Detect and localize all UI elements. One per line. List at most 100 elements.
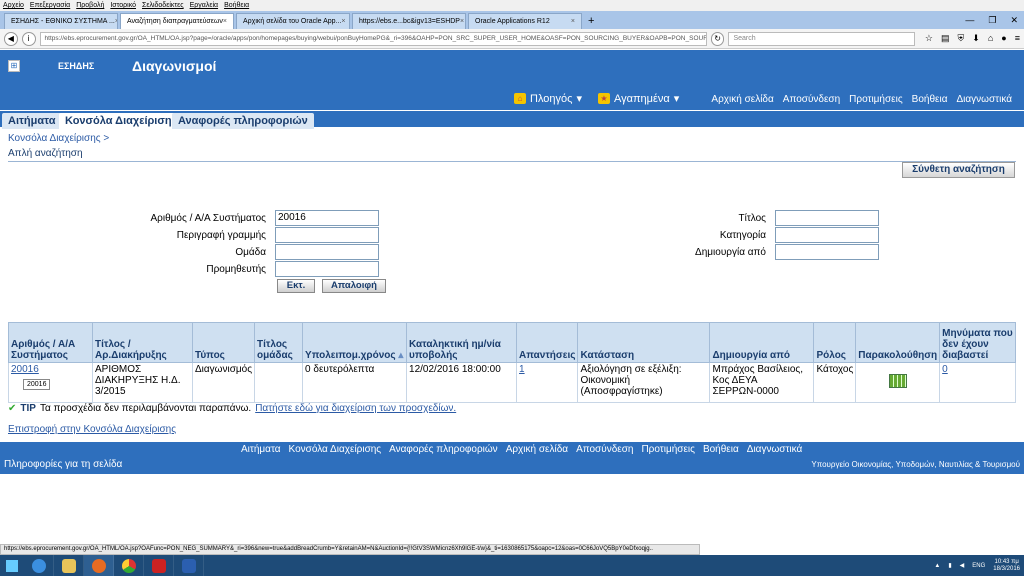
minimize-icon[interactable]: —	[965, 11, 974, 29]
home-icon[interactable]: ⌂	[988, 33, 993, 44]
cell-number: 20016 20016	[8, 362, 93, 403]
word-icon[interactable]	[174, 555, 204, 576]
category-input[interactable]	[775, 227, 879, 243]
new-tab-icon[interactable]: +	[584, 13, 598, 29]
tab-reports[interactable]: Αναφορές πληροφοριών	[172, 113, 314, 129]
footer-link-reports[interactable]: Αναφορές πληροφοριών	[389, 444, 498, 455]
footer-link-requests[interactable]: Αιτήματα	[241, 444, 281, 455]
global-link-home[interactable]: Αρχική σελίδα	[711, 94, 773, 105]
acrobat-icon[interactable]	[144, 555, 174, 576]
go-button[interactable]: Εκτ.	[277, 279, 315, 293]
created-by-input[interactable]	[775, 244, 879, 260]
system-number-badge: 20016	[23, 379, 51, 390]
unread-messages-link[interactable]: 0	[942, 364, 948, 375]
ie-icon[interactable]	[24, 555, 54, 576]
chrome-icon[interactable]	[114, 555, 144, 576]
responses-link[interactable]: 1	[519, 364, 525, 375]
menu-bookmarks[interactable]: Σελιδοδείκτες	[142, 0, 184, 11]
return-to-console-link[interactable]: Επιστροφή στην Κονσόλα Διαχείρισης	[8, 424, 176, 435]
explorer-icon[interactable]	[54, 555, 84, 576]
cell-type: Διαγωνισμός	[191, 362, 256, 403]
footer-link-home[interactable]: Αρχική σελίδα	[506, 444, 568, 455]
group-input[interactable]	[275, 244, 379, 260]
cell-deadline: 12/02/2016 18:00:00	[406, 362, 518, 403]
close-window-icon[interactable]: ✕	[1010, 11, 1018, 29]
browser-tab[interactable]: https://ebs.e...bc&igv13=ESHDP ×	[352, 13, 466, 29]
url-bar[interactable]: https://ebs.eprocurement.gov.gr/OA_HTML/…	[39, 31, 707, 46]
chat-icon[interactable]: ●	[1001, 33, 1006, 44]
number-input[interactable]: 20016	[275, 210, 379, 226]
tab-admin-console[interactable]: Κονσόλα Διαχείρισης	[59, 113, 184, 129]
manage-drafts-link[interactable]: Πατήστε εδώ για διαχείριση των προσχεδίω…	[255, 403, 456, 414]
col-created-by: Δημιουργία από	[709, 322, 815, 363]
hamburger-icon[interactable]: ≡	[1015, 33, 1020, 44]
footer-link-logout[interactable]: Αποσύνδεση	[576, 444, 633, 455]
footer-link-help[interactable]: Βοήθεια	[703, 444, 739, 455]
info-icon[interactable]: i	[21, 31, 36, 46]
clock[interactable]: 10:43 πμ 18/3/2016	[993, 559, 1020, 573]
col-title: Τίτλος / Αρ.Διακήρυξης	[92, 322, 193, 363]
global-link-help[interactable]: Βοήθεια	[912, 94, 948, 105]
tray-arrow-icon[interactable]: ▲	[934, 563, 940, 569]
search-input[interactable]: Search	[728, 31, 915, 46]
reload-icon[interactable]: ↻	[710, 31, 725, 46]
menu-tools[interactable]: Εργαλεία	[190, 0, 218, 11]
browser-tab[interactable]: Oracle Applications R12 ×	[468, 13, 582, 29]
home-icon: ⌂	[514, 93, 526, 104]
advanced-search-button[interactable]: Σύνθετη αναζήτηση	[902, 162, 1015, 178]
line-desc-input[interactable]	[275, 227, 379, 243]
monitor-grid-icon[interactable]	[888, 374, 907, 388]
footer-link-preferences[interactable]: Προτιμήσεις	[641, 444, 695, 455]
menu-view[interactable]: Προβολή	[76, 0, 104, 11]
page-info-link[interactable]: Πληροφορίες για τη σελίδα	[4, 459, 122, 470]
global-link-logout[interactable]: Αποσύνδεση	[783, 94, 840, 105]
menu-help[interactable]: Βοήθεια	[224, 0, 249, 11]
back-icon[interactable]: ◀	[4, 31, 18, 46]
close-icon[interactable]: ×	[115, 14, 117, 29]
col-group-title: Τίτλος ομάδας	[254, 322, 304, 363]
close-icon[interactable]: ×	[223, 14, 227, 29]
col-remaining-label: Υπολειπομ.χρόνος	[305, 350, 396, 361]
global-link-preferences[interactable]: Προτιμήσεις	[849, 94, 903, 105]
volume-icon[interactable]: ◀	[960, 562, 965, 569]
cell-status: Αξιολόγηση σε εξέλιξη: Οικονομική (Αποσφ…	[577, 362, 711, 403]
close-icon[interactable]: ×	[460, 14, 464, 29]
results-table: Αριθμός / Α/Α Συστήματος Τίτλος / Αρ.Δια…	[8, 322, 1016, 403]
start-icon[interactable]	[0, 555, 24, 576]
browser-tab-active[interactable]: Αναζήτηση διαπραγματεύσεων ×	[120, 13, 234, 29]
tip-box: ✔ TIP Τα προσχέδια δεν περιλαμβάνονται π…	[8, 403, 456, 414]
download-icon[interactable]: ⬇	[972, 33, 980, 44]
menu-edit[interactable]: Επεξεργασία	[30, 0, 70, 11]
clear-button[interactable]: Απαλοιφή	[322, 279, 386, 293]
tab-label: Αναζήτηση διαπραγματεύσεων	[127, 18, 223, 25]
cell-group-title	[254, 362, 304, 403]
global-link-diagnostics[interactable]: Διαγνωστικά	[957, 94, 1013, 105]
col-status: Κατάσταση	[577, 322, 711, 363]
supplier-input[interactable]	[275, 261, 379, 277]
clipboard-icon[interactable]: ▤	[941, 33, 950, 44]
star-icon[interactable]: ☆	[925, 33, 933, 44]
footer-link-diagnostics[interactable]: Διαγνωστικά	[747, 444, 803, 455]
browser-tab[interactable]: Αρχική σελίδα του Oracle App... ×	[236, 13, 350, 29]
firefox-icon[interactable]	[84, 555, 114, 576]
menu-file[interactable]: Αρχείο	[3, 0, 24, 11]
cell-unread: 0	[939, 362, 1016, 403]
maximize-icon[interactable]: ❐	[988, 11, 996, 29]
language-indicator[interactable]: ENG	[972, 563, 985, 569]
favorites-menu[interactable]: ★ Αγαπημένα ▾	[597, 92, 679, 105]
tab-requests[interactable]: Αιτήματα	[2, 113, 62, 129]
close-icon[interactable]: ×	[571, 14, 575, 29]
footer-link-admin-console[interactable]: Κονσόλα Διαχείρισης	[289, 444, 382, 455]
menu-history[interactable]: Ιστορικό	[110, 0, 136, 11]
network-icon[interactable]: ▮	[948, 562, 951, 569]
shield-icon[interactable]: ⛨	[958, 33, 965, 44]
close-icon[interactable]: ×	[341, 14, 345, 29]
col-remaining[interactable]: Υπολειπομ.χρόνος ▴	[302, 322, 408, 363]
browser-tab[interactable]: ΕΣΗΔΗΣ - ΕΘΝΙΚΟ ΣΥΣΤΗΜΑ ...×	[4, 13, 118, 29]
page-footer: Αιτήματα Κονσόλα Διαχείρισης Αναφορές πλ…	[0, 442, 1024, 474]
negotiation-link[interactable]: 20016	[11, 364, 39, 375]
title-input[interactable]	[775, 210, 879, 226]
breadcrumb[interactable]: Κονσόλα Διαχείρισης >	[8, 133, 109, 144]
browser-tabstrip: ΕΣΗΔΗΣ - ΕΘΝΙΚΟ ΣΥΣΤΗΜΑ ...× Αναζήτηση δ…	[0, 11, 1024, 29]
navigator-menu[interactable]: ⌂ Πλοηγός ▾	[514, 92, 582, 105]
